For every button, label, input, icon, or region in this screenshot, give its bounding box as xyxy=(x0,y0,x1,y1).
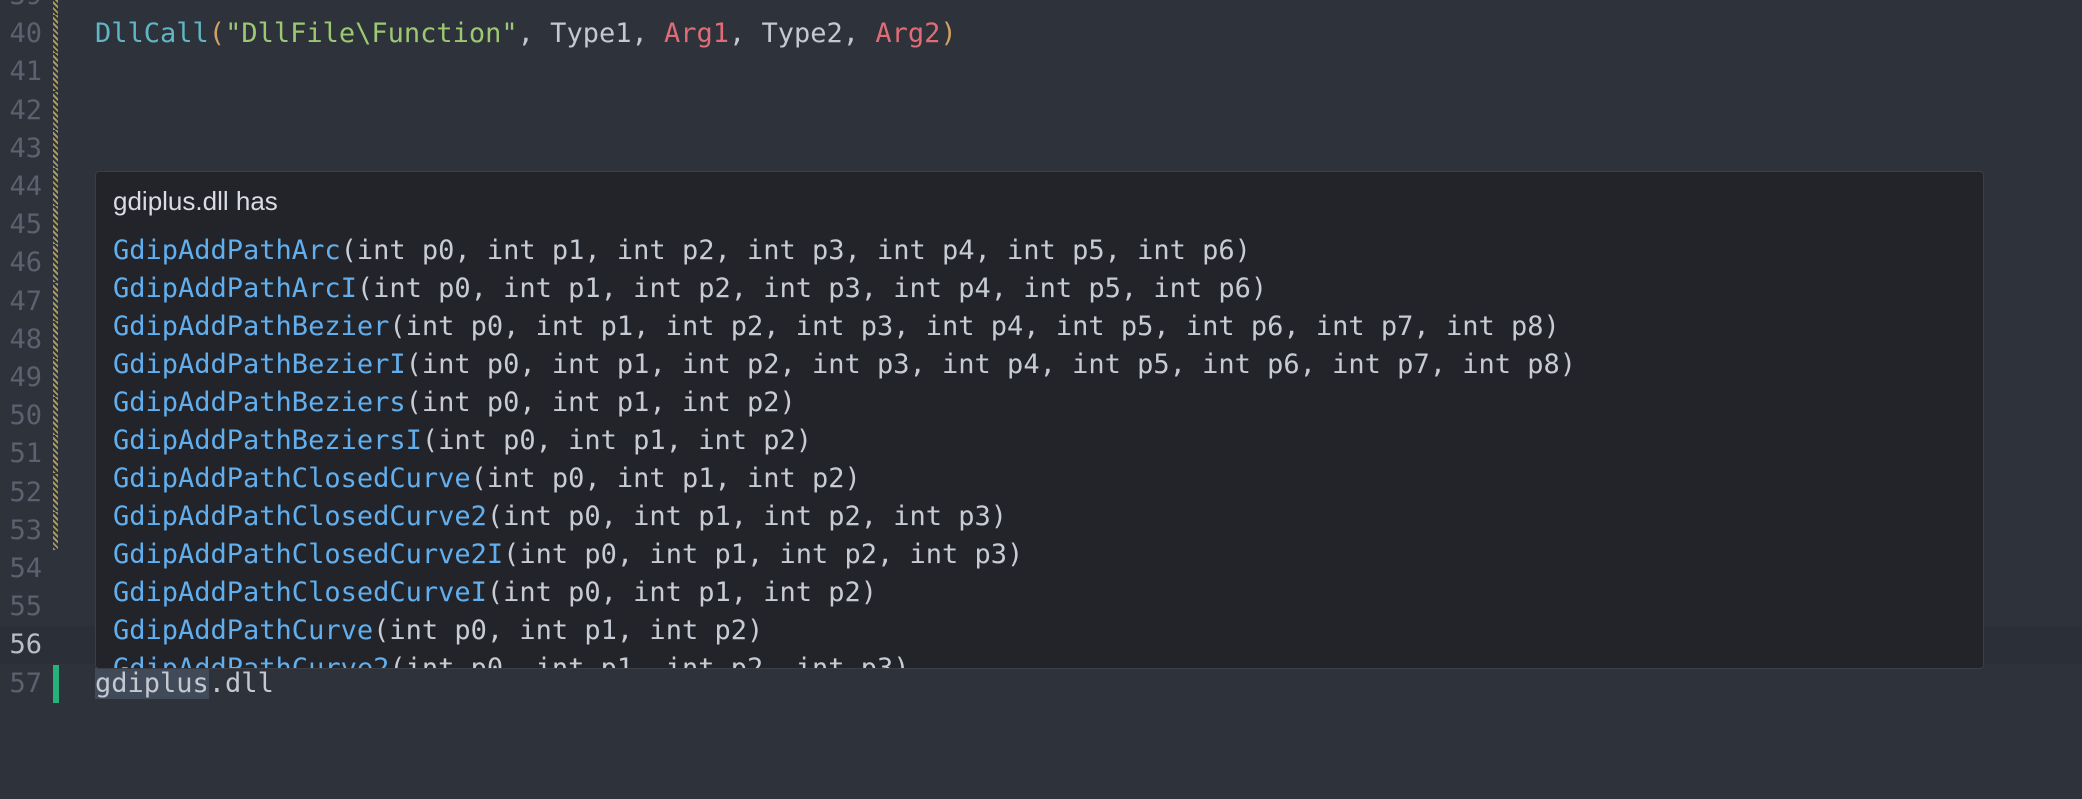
code-token: , Type2, xyxy=(729,18,876,50)
code-line[interactable]: 57 gdiplus.dll xyxy=(0,664,2082,703)
line-number: 54 xyxy=(9,553,42,584)
code-token: Arg2 xyxy=(875,18,941,50)
modified-line-marker xyxy=(53,129,58,168)
function-signature: (int p0, int p1, int p2) xyxy=(373,615,764,646)
function-name: GdipAddPathCurve xyxy=(113,615,374,646)
function-signature: (int p0, int p1, int p2, int p3) xyxy=(486,501,1008,532)
function-entry[interactable]: GdipAddPathCurve(int p0, int p1, int p2) xyxy=(113,612,1576,650)
popup-title: gdiplus.dll has xyxy=(113,186,278,216)
function-signature: (int p0, int p1, int p2) xyxy=(421,425,812,456)
added-line-marker xyxy=(53,664,59,703)
function-entry[interactable]: GdipAddPathBeziers(int p0, int p1, int p… xyxy=(113,384,1576,422)
function-name: GdipAddPathArc xyxy=(113,235,341,266)
code-token: , Type1, xyxy=(517,18,664,50)
function-name: GdipAddPathBeziers xyxy=(113,387,406,418)
code-line[interactable]: 39 xyxy=(0,0,2082,15)
modified-line-marker xyxy=(53,320,58,359)
function-list[interactable]: GdipAddPathArc(int p0, int p1, int p2, i… xyxy=(113,232,1576,669)
function-entry[interactable]: GdipAddPathBeziersI(int p0, int p1, int … xyxy=(113,422,1576,460)
modified-line-marker xyxy=(53,244,58,283)
function-entry[interactable]: GdipAddPathClosedCurve2I(int p0, int p1,… xyxy=(113,536,1576,574)
line-number: 45 xyxy=(9,209,42,241)
line-number: 51 xyxy=(9,438,42,470)
function-name: GdipAddPathClosedCurve2I xyxy=(113,539,504,570)
code-token: DllCall xyxy=(95,18,209,50)
function-signature: (int p0, int p1, int p2, int p3) xyxy=(503,539,1024,570)
line-number: 49 xyxy=(9,362,42,393)
function-signature: (int p0, int p1, int p2) xyxy=(486,577,878,608)
code-text[interactable]: DllCall("DllFile\Function", Type1, Arg1,… xyxy=(95,15,957,53)
function-signature: (int p0, int p1, int p2, int p3, int p4,… xyxy=(356,273,1268,304)
line-number: 46 xyxy=(9,247,42,279)
function-signature: (int p0, int p1, int p2) xyxy=(470,463,861,494)
modified-line-marker xyxy=(53,397,58,436)
function-entry[interactable]: GdipAddPathBezierI(int p0, int p1, int p… xyxy=(113,346,1576,384)
line-number: 47 xyxy=(9,285,42,317)
modified-line-marker xyxy=(53,206,58,245)
line-number: 55 xyxy=(9,591,42,623)
function-name: GdipAddPathCurve2 xyxy=(113,653,390,669)
function-name: GdipAddPathArcI xyxy=(113,273,357,304)
modified-line-marker xyxy=(53,91,58,130)
line-number: 43 xyxy=(9,132,42,164)
modified-line-marker xyxy=(53,168,58,206)
code-text[interactable]: gdiplus.dll xyxy=(95,665,274,703)
code-line[interactable]: 43 xyxy=(0,129,2082,168)
code-token: Arg1 xyxy=(663,18,730,50)
code-token: .dll xyxy=(208,667,274,699)
function-signature: (int p0, int p1, int p2, int p3, int p4,… xyxy=(389,311,1560,342)
function-entry[interactable]: GdipAddPathArcI(int p0, int p1, int p2, … xyxy=(113,270,1576,308)
selected-text: gdiplus xyxy=(95,667,209,699)
modified-line-marker xyxy=(53,511,58,550)
function-name: GdipAddPathBezierI xyxy=(113,349,406,380)
modified-line-marker xyxy=(53,53,58,92)
code-token: "DllFile\Function" xyxy=(225,18,518,50)
modified-line-marker xyxy=(53,473,58,512)
modified-line-marker xyxy=(53,435,58,474)
line-number: 57 xyxy=(9,667,42,699)
function-signature: (int p0, int p1, int p2, int p3) xyxy=(389,653,910,669)
line-number: 56 xyxy=(9,629,42,661)
line-number: 48 xyxy=(9,323,42,355)
line-number: 44 xyxy=(9,171,42,202)
code-line[interactable]: 42 xyxy=(0,91,2082,130)
modified-line-marker xyxy=(53,15,58,54)
code-token: ( xyxy=(208,18,226,50)
function-name: GdipAddPathClosedCurveI xyxy=(113,577,487,608)
function-name: GdipAddPathBezier xyxy=(113,311,390,342)
function-name: GdipAddPathClosedCurve2 xyxy=(113,501,487,532)
function-entry[interactable]: GdipAddPathBezier(int p0, int p1, int p2… xyxy=(113,308,1576,346)
function-entry[interactable]: GdipAddPathClosedCurveI(int p0, int p1, … xyxy=(113,574,1576,612)
modified-line-marker xyxy=(53,0,58,15)
modified-line-marker xyxy=(53,282,58,321)
line-number: 53 xyxy=(9,514,42,546)
modified-line-marker xyxy=(53,359,58,397)
line-number: 42 xyxy=(9,94,42,126)
function-entry[interactable]: GdipAddPathCurve2(int p0, int p1, int p2… xyxy=(113,650,1576,669)
line-number: 50 xyxy=(9,400,42,432)
function-signature: (int p0, int p1, int p2, int p3, int p4,… xyxy=(405,349,1576,380)
line-number: 40 xyxy=(9,18,42,50)
line-number: 52 xyxy=(9,476,42,508)
function-entry[interactable]: GdipAddPathClosedCurve2(int p0, int p1, … xyxy=(113,498,1576,536)
dll-function-popup: gdiplus.dll has GdipAddPathArc(int p0, i… xyxy=(95,171,1984,669)
function-name: GdipAddPathBeziersI xyxy=(113,425,422,456)
code-line[interactable]: 40 DllCall("DllFile\Function", Type1, Arg… xyxy=(0,15,2082,54)
function-signature: (int p0, int p1, int p2) xyxy=(405,387,796,418)
line-number: 39 xyxy=(0,0,42,15)
function-name: GdipAddPathClosedCurve xyxy=(113,463,471,494)
function-entry[interactable]: GdipAddPathArc(int p0, int p1, int p2, i… xyxy=(113,232,1576,270)
code-line[interactable]: 41 xyxy=(0,53,2082,92)
function-entry[interactable]: GdipAddPathClosedCurve(int p0, int p1, i… xyxy=(113,460,1576,498)
function-signature: (int p0, int p1, int p2, int p3, int p4,… xyxy=(340,235,1251,266)
line-number: 41 xyxy=(9,56,42,88)
code-token: ) xyxy=(940,18,957,50)
